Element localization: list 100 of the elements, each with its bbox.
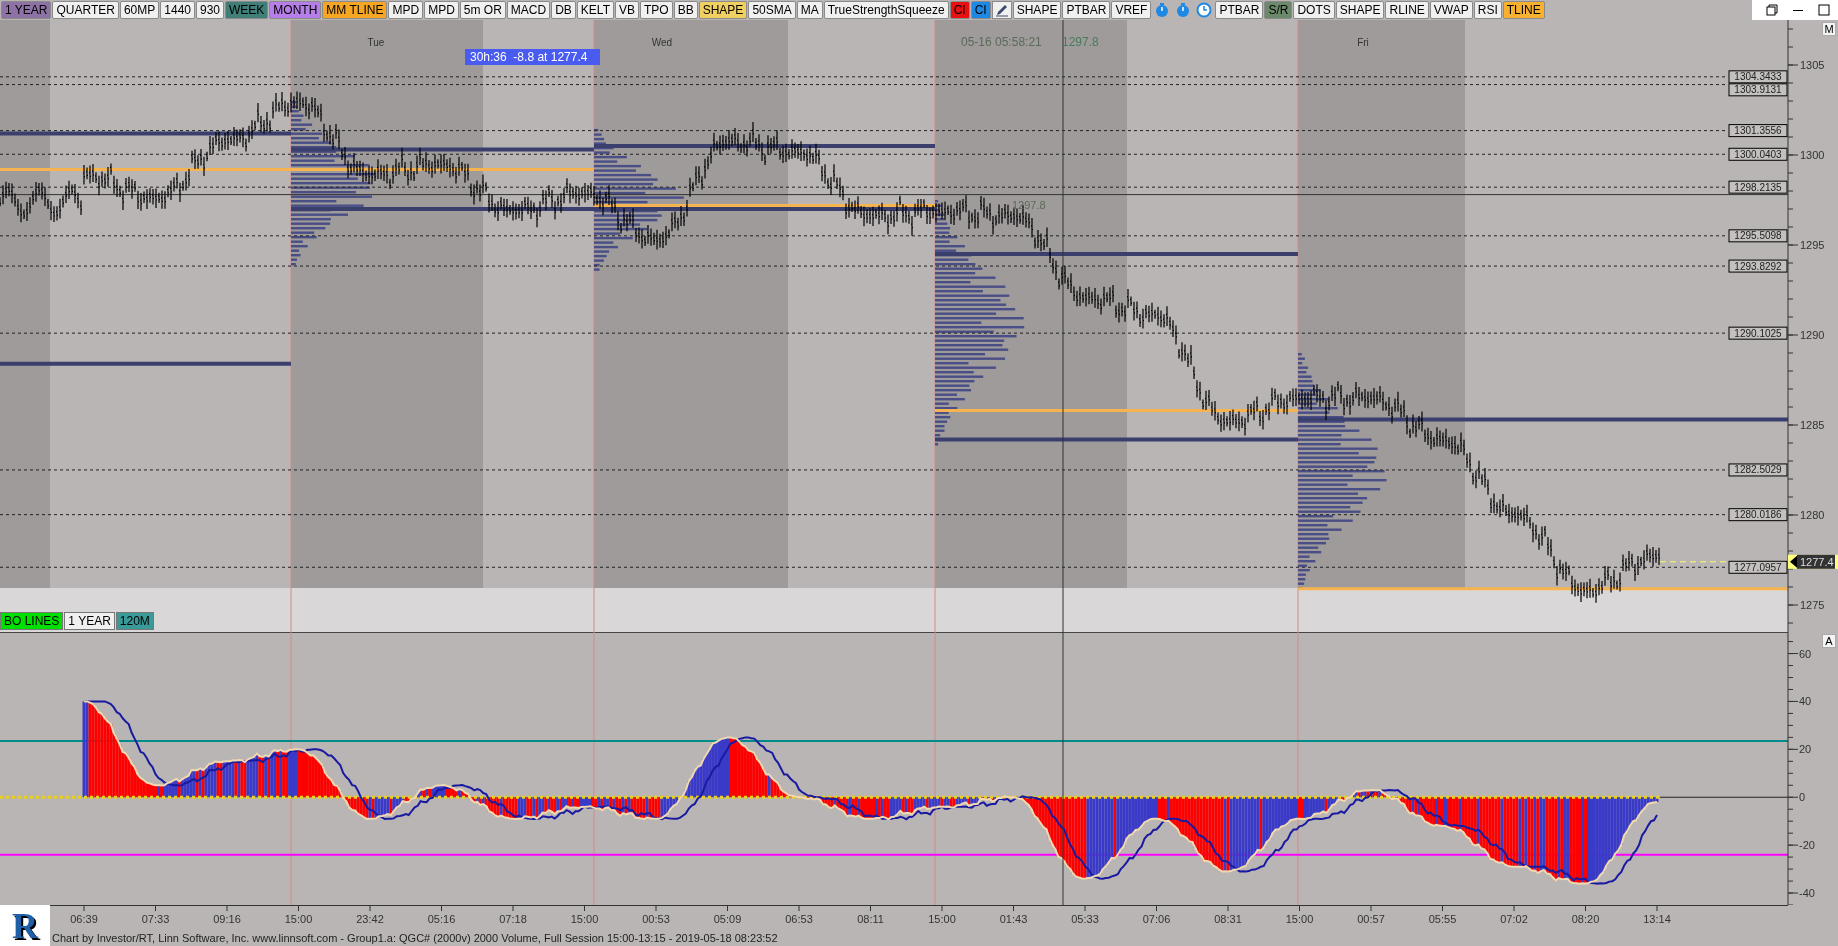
price-level-label: 1300.0403 — [1728, 147, 1788, 161]
time-label: 23:42 — [356, 913, 384, 925]
toolbar-button[interactable]: CI — [970, 1, 991, 19]
day-label: Wed — [651, 37, 673, 48]
toolbar-button[interactable]: 1 YEAR — [1, 1, 52, 19]
toolbar-button[interactable]: VB — [615, 1, 639, 19]
time-label: 08:31 — [1214, 913, 1242, 925]
axis-label: 1305 — [1800, 59, 1825, 71]
time-label: 05:55 — [1428, 913, 1457, 925]
logo: R — [0, 905, 50, 946]
toolbar-button[interactable]: TrueStrengthSqueeze — [823, 1, 949, 19]
time-label: 08:11 — [857, 913, 884, 925]
axis-label: 1285 — [1800, 419, 1825, 431]
axis-label: 60 — [1799, 647, 1812, 660]
toolbar-button[interactable]: SHAPE — [698, 1, 748, 19]
level-line — [1659, 561, 1729, 563]
toolbar-button[interactable]: 60MP — [119, 1, 160, 19]
toolbar-button[interactable]: 5m OR — [459, 1, 506, 19]
toolbar-button[interactable]: CI — [949, 1, 970, 19]
price-level-label: 1293.8292 — [1728, 259, 1788, 273]
toolbar-button[interactable]: S/R — [1264, 1, 1293, 19]
price-level-label: 1290.1025 — [1728, 326, 1788, 340]
toolbar-button[interactable]: SHAPE — [1335, 1, 1385, 19]
axis-label: 0 — [1799, 791, 1806, 804]
toolbar-button[interactable]: 50SMA — [748, 1, 796, 19]
corner-button[interactable]: A — [1822, 634, 1836, 648]
time-label: 05:33 — [1071, 913, 1099, 925]
toolbar-button[interactable]: KELT — [576, 1, 614, 19]
day-label: Tue — [367, 37, 385, 48]
axis-label: 1295 — [1800, 239, 1825, 251]
time-label: 07:18 — [499, 913, 527, 925]
axis-label: 1275 — [1800, 599, 1825, 611]
toolbar-button[interactable]: QUARTER — [52, 1, 119, 19]
axis-label: 40 — [1799, 695, 1812, 708]
time-label: 09:16 — [213, 913, 241, 925]
price-level-label: 1303.9131 — [1728, 83, 1788, 97]
toolbar-button[interactable]: VREF — [1111, 1, 1152, 19]
time-label: 07:33 — [141, 913, 170, 925]
toolbar-button[interactable]: DOTS — [1293, 1, 1335, 19]
price-level-label: 1280.0186 — [1728, 508, 1788, 522]
restore-icon[interactable] — [1766, 4, 1778, 16]
time-label: 13:14 — [1643, 913, 1671, 925]
time-label: 07:02 — [1500, 913, 1528, 925]
axis-label: 20 — [1799, 743, 1812, 756]
toolbar-button[interactable]: MACD — [506, 1, 551, 19]
time-label: 15:00 — [1285, 913, 1314, 925]
time-label: 00:53 — [642, 913, 670, 925]
pencil-icon[interactable] — [991, 1, 1012, 19]
time-label: 01:43 — [999, 913, 1028, 925]
price-level-label: 1298.2135 — [1728, 180, 1788, 194]
toolbar-button[interactable]: MONTH — [269, 1, 322, 19]
toolbar-button[interactable]: PTBAR — [1215, 1, 1264, 19]
toolbar-button[interactable]: RLINE — [1385, 1, 1429, 19]
toolbar-button[interactable]: 930 — [196, 1, 224, 19]
axis-label: 1300 — [1800, 149, 1825, 161]
time-label: 15:00 — [284, 913, 313, 925]
toolbar-button[interactable]: TPO — [640, 1, 673, 19]
time-label: 05:09 — [713, 913, 742, 925]
price-level-label: 1301.3556 — [1728, 124, 1788, 138]
legend-button[interactable]: BO LINES — [0, 612, 64, 630]
time-label: 07:06 — [1142, 913, 1171, 925]
axis-label: 1290 — [1800, 329, 1825, 341]
price-level-label: 1282.5029 — [1728, 463, 1788, 477]
price-level-label: 1277.0957 — [1728, 560, 1788, 574]
axis-label: -20 — [1799, 839, 1815, 852]
legend-button[interactable]: 120M — [115, 612, 154, 630]
time-label: 05:16 — [427, 913, 456, 925]
toolbar-button[interactable]: DB — [551, 1, 576, 19]
toolbar-button[interactable]: WEEK — [225, 1, 269, 19]
day-label: Fri — [1357, 37, 1369, 48]
time-label: 06:39 — [70, 913, 98, 925]
toolbar-button[interactable]: MM TLINE — [322, 1, 388, 19]
toolbar-button[interactable]: MPD — [424, 1, 459, 19]
price-level-label: 1295.5098 — [1728, 229, 1788, 243]
axis-label: 1280 — [1800, 509, 1825, 521]
toolbar-button[interactable]: PTBAR — [1062, 1, 1111, 19]
time-label: 08:20 — [1571, 913, 1600, 925]
cursor-price: 1297.8 — [1062, 35, 1099, 49]
crosshair-price-label: 1297.8 — [1012, 198, 1046, 211]
corner-button[interactable]: M — [1822, 22, 1836, 36]
toolbar-button[interactable]: BB — [673, 1, 698, 19]
cursor-time: 05-16 05:58:21 — [961, 35, 1042, 49]
time-label: 15:00 — [928, 913, 956, 925]
toolbar-button[interactable]: TLINE — [1502, 1, 1545, 19]
status-text: Chart by Investor/RT, Linn Software, Inc. www.linnsoft.com - Group1.a: QGC# (2000v) 2000 Volume, Full Session 15:00-13:15 - 2019-05-18 08:23:52 — [51, 931, 779, 946]
time-label: 06:53 — [785, 913, 813, 925]
current-price-marker: 1277.4 — [1788, 554, 1838, 569]
price-level-label: 1304.3433 — [1728, 70, 1788, 84]
toolbar-button[interactable]: SHAPE — [1012, 1, 1062, 19]
maximize-icon[interactable] — [1818, 4, 1830, 16]
toolbar-button[interactable]: MPD — [388, 1, 424, 19]
time-label: 00:57 — [1357, 913, 1385, 925]
time-label: 15:00 — [570, 913, 599, 925]
session-stats-label: 30h:36 -8.8 at 1277.4 — [465, 49, 600, 65]
toolbar-button[interactable]: 1440 — [160, 1, 195, 19]
legend-button[interactable]: 1 YEAR — [64, 612, 115, 630]
toolbar-button[interactable]: MA — [796, 1, 823, 19]
toolbar-button[interactable]: VWAP — [1429, 1, 1473, 19]
toolbar-button[interactable]: RSI — [1473, 1, 1502, 19]
axis-label: -40 — [1799, 887, 1815, 900]
